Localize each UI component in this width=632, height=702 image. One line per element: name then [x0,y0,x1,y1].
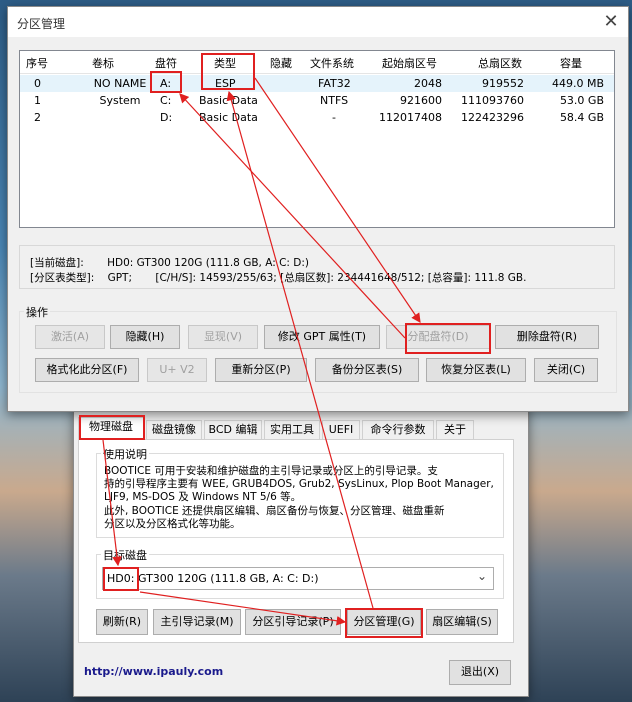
target-disk-label: 目标磁盘 [101,547,149,563]
restore-partition-table-button[interactable]: 恢复分区表(L) [426,358,526,382]
col-label[interactable]: 卷标 [92,55,114,71]
usage-label: 使用说明 [101,446,149,462]
activate-button[interactable]: 激活(A) [35,325,105,349]
hide-button[interactable]: 隐藏(H) [110,325,180,349]
chevron-down-icon: ⌄ [476,569,487,583]
backup-partition-table-button[interactable]: 备份分区表(S) [315,358,419,382]
partition-table: 序号 卷标 盘符 类型 隐藏 文件系统 起始扇区号 总扇区数 容量 0 NO N… [19,50,615,228]
col-total[interactable]: 总扇区数 [478,55,522,71]
col-fs[interactable]: 文件系统 [310,55,354,71]
repartition-button[interactable]: 重新分区(P) [215,358,307,382]
tab-utilities[interactable]: 实用工具 [264,420,320,440]
tab-about[interactable]: 关于 [436,420,474,440]
pbr-button[interactable]: 分区引导记录(P) [245,609,341,635]
disk-select[interactable]: HD0: GT300 120G (111.8 GB, A: C: D:) ⌄ [102,567,494,590]
assign-drive-button[interactable]: 分配盘符(D) [386,325,490,349]
window-title: 分区管理 [17,17,66,31]
exit-button[interactable]: 退出(X) [449,660,511,685]
usage-text: BOOTICE 可用于安装和维护磁盘的主引导记录或分区上的引导记录。支 持的引导… [104,465,494,530]
mbr-button[interactable]: 主引导记录(M) [153,609,241,635]
website-link[interactable]: http://www.ipauly.com [84,665,223,678]
close-button[interactable]: 关闭(C) [534,358,598,382]
col-start[interactable]: 起始扇区号 [382,55,437,71]
ops-label: 操作 [24,304,50,320]
refresh-button[interactable]: 刷新(R) [96,609,148,635]
col-drive[interactable]: 盘符 [155,55,177,71]
delete-drive-button[interactable]: 删除盘符(R) [495,325,599,349]
tab-uefi[interactable]: UEFI [322,420,360,440]
disk-info-panel: [当前磁盘]: HD0: GT300 120G (111.8 GB, A: C:… [19,245,615,289]
col-type[interactable]: 类型 [214,55,236,71]
tab-bcd-edit[interactable]: BCD 编辑 [204,420,262,440]
title-bar: 分区管理 ✕ [8,7,628,37]
sector-edit-button[interactable]: 扇区编辑(S) [426,609,498,635]
disk-select-value: HD0: GT300 120G (111.8 GB, A: C: D:) [107,572,319,585]
current-disk-info: [当前磁盘]: HD0: GT300 120G (111.8 GB, A: C:… [30,257,310,269]
table-row[interactable]: 0 NO NAME A: ESP FAT32 2048 919552 449.0… [20,75,614,92]
partition-manager-button[interactable]: 分区管理(G) [347,609,421,635]
col-hidden[interactable]: 隐藏 [270,55,292,71]
format-button[interactable]: 格式化此分区(F) [35,358,139,382]
col-index[interactable]: 序号 [26,55,48,71]
modify-gpt-button[interactable]: 修改 GPT 属性(T) [264,325,380,349]
show-button[interactable]: 显现(V) [188,325,258,349]
table-header: 序号 卷标 盘符 类型 隐藏 文件系统 起始扇区号 总扇区数 容量 [20,51,614,74]
table-row[interactable]: 2 D: Basic Data - 112017408 122423296 58… [20,109,614,126]
tab-disk-image[interactable]: 磁盘镜像 [146,420,202,440]
table-row[interactable]: 1 System C: Basic Data NTFS 921600 11109… [20,92,614,109]
col-size[interactable]: 容量 [560,55,582,71]
tab-physical-disk[interactable]: 物理磁盘 [78,417,144,439]
tab-cmdline[interactable]: 命令行参数 [362,420,434,440]
uv2-button[interactable]: U+ V2 [147,358,207,382]
close-icon[interactable]: ✕ [600,11,622,33]
partition-table-info: [分区表类型]: GPT; [C/H/S]: 14593/255/63; [总扇… [30,272,527,284]
